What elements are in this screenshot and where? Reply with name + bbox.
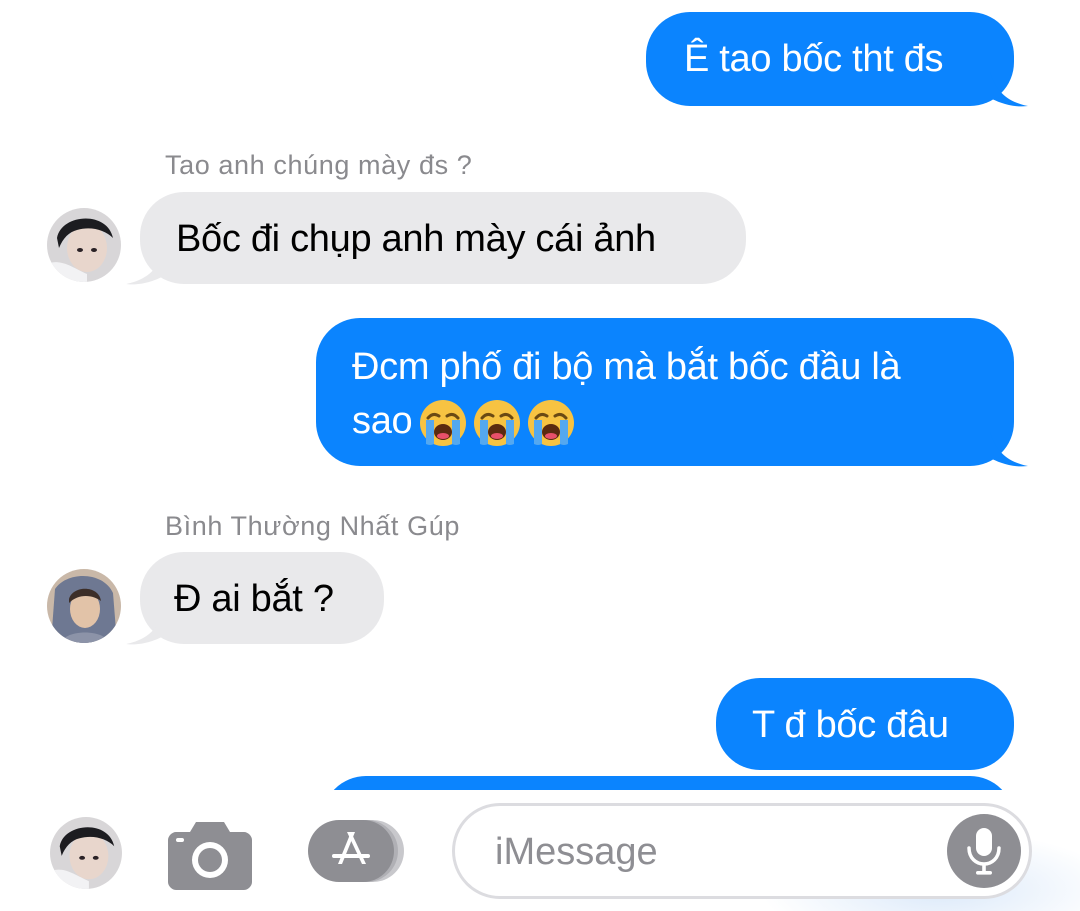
incoming-message[interactable]: Đ ai bắt ?	[140, 552, 384, 644]
sender-avatar[interactable]	[47, 208, 121, 282]
message-thread: Ê tao bốc tht đs Tao anh chúng mày đs ? …	[0, 0, 1080, 790]
loudly-crying-face-icon	[474, 399, 521, 446]
message-composer	[0, 790, 1080, 911]
sender-name: Tao anh chúng mày đs ?	[165, 150, 473, 180]
outgoing-message[interactable]: T đ bốc đâu	[716, 678, 1014, 770]
bubble-tail	[126, 610, 164, 645]
message-input[interactable]	[495, 828, 935, 876]
loudly-crying-face-icon	[528, 399, 575, 446]
message-text: Bốc đi chụp anh mày cái ảnh	[176, 218, 656, 260]
message-text: sao	[352, 400, 413, 442]
message-text: Đ ai bắt ?	[174, 578, 334, 620]
outgoing-message[interactable]	[322, 776, 1014, 790]
bubble-tail	[990, 72, 1028, 107]
microphone-icon	[967, 828, 1001, 875]
app-store-icon[interactable]	[308, 818, 406, 884]
outgoing-message[interactable]: Ê tao bốc tht đs	[646, 12, 1014, 106]
message-text: Ê tao bốc tht đs	[684, 38, 944, 80]
sender-avatar[interactable]	[47, 569, 121, 643]
outgoing-message[interactable]: Đcm phố đi bộ mà bắt bốc đầu là sao	[316, 318, 1014, 466]
sender-name: Bình Thường Nhất Gúp	[165, 511, 460, 541]
bubble-tail	[990, 432, 1028, 467]
camera-icon[interactable]	[168, 818, 252, 890]
microphone-button[interactable]	[947, 814, 1021, 888]
message-input-container[interactable]	[452, 803, 1032, 899]
message-text: T đ bốc đâu	[752, 704, 949, 746]
message-text-line: Đcm phố đi bộ mà bắt bốc đầu là	[352, 346, 901, 388]
incoming-message[interactable]: Bốc đi chụp anh mày cái ảnh	[140, 192, 746, 284]
memoji-avatar[interactable]	[50, 817, 122, 889]
loudly-crying-face-icon	[420, 399, 467, 446]
emoji-group	[418, 398, 580, 448]
message-text-line: sao	[352, 394, 1014, 448]
bubble-tail	[126, 250, 164, 285]
